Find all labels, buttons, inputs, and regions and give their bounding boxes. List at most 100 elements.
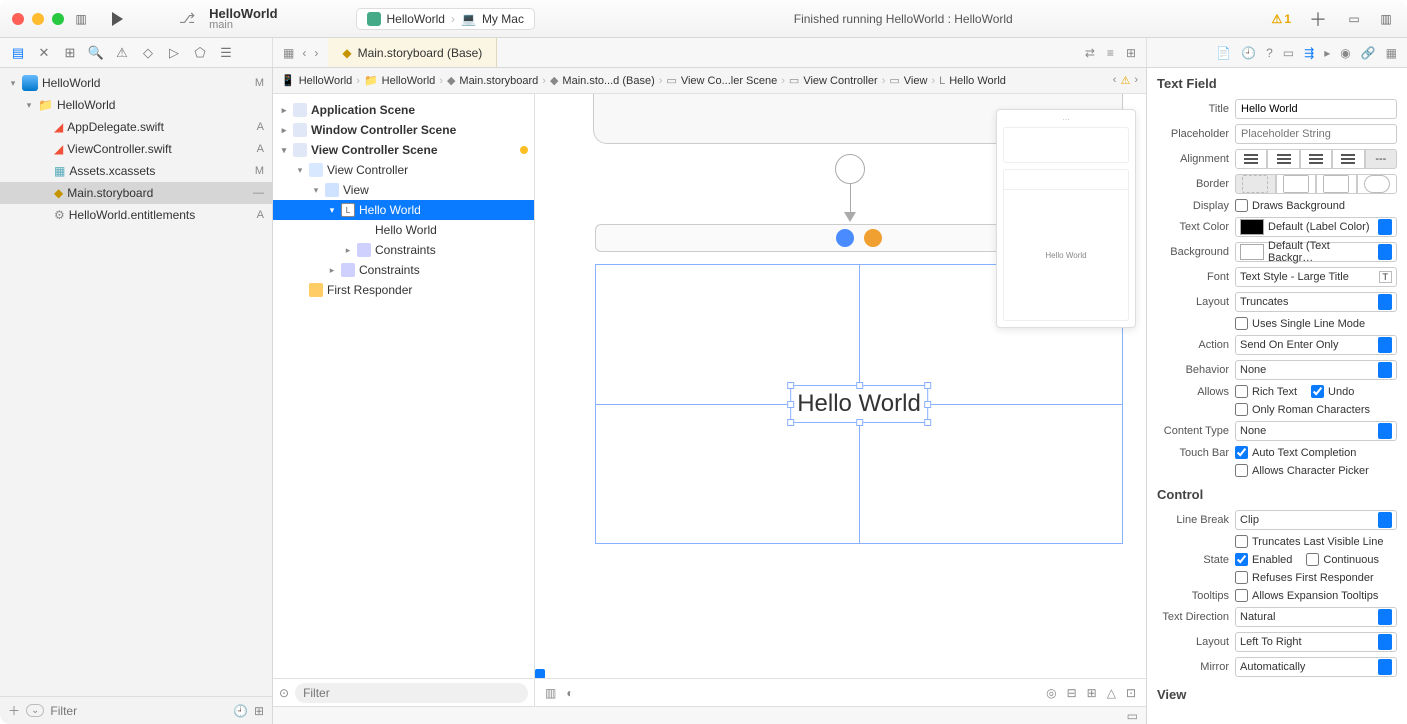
project-title[interactable]: HelloWorld main	[209, 7, 277, 31]
text-color-select[interactable]: Default (Label Color)	[1235, 217, 1397, 237]
layout-select[interactable]: Truncates	[1235, 292, 1397, 312]
navigator-filter-input[interactable]	[50, 704, 227, 718]
zoom-fit-icon[interactable]: ◎	[1046, 686, 1056, 700]
add-editor-icon[interactable]: ⊞	[1126, 46, 1136, 60]
add-file-icon[interactable]: ＋	[8, 702, 20, 719]
breadcrumb-item[interactable]: View	[904, 75, 928, 87]
breadcrumb-item[interactable]: Main.sto...d (Base)	[562, 75, 654, 87]
toggle-outline-icon[interactable]: ▥	[545, 686, 556, 700]
go-back-icon[interactable]: ‹	[302, 46, 306, 60]
toggle-navigator-icon[interactable]: ▥	[72, 10, 90, 28]
source-control-navigator-icon[interactable]: ✕	[36, 45, 52, 61]
alignment-segmented[interactable]: ---	[1235, 149, 1397, 169]
identity-inspector-icon[interactable]: ▭	[1283, 46, 1294, 60]
editor-options-icon[interactable]: ≡	[1107, 46, 1114, 60]
recent-filter-icon[interactable]: 🕘	[233, 704, 248, 718]
interface-builder-canvas[interactable]: Hello World ⋯	[535, 94, 1146, 706]
size-inspector-icon[interactable]: ▸	[1324, 46, 1330, 60]
pin-icon[interactable]: ⊞	[1087, 686, 1097, 700]
continuous-check[interactable]	[1306, 553, 1319, 566]
outline-item-view[interactable]: ▾View	[273, 180, 534, 200]
zoom-window[interactable]	[52, 13, 64, 25]
breadcrumb-item[interactable]: Main.storyboard	[459, 75, 538, 87]
connections-inspector-icon[interactable]: ◉	[1340, 46, 1350, 60]
editor-tab[interactable]: ◆ Main.storyboard (Base)	[328, 38, 497, 67]
background-color-select[interactable]: Default (Text Backgr…	[1235, 242, 1397, 262]
go-forward-icon[interactable]: ›	[314, 46, 318, 60]
nav-item-helloworld[interactable]: ▾HelloWorldM	[0, 72, 272, 94]
breadcrumb-item[interactable]: HelloWorld	[299, 75, 353, 87]
roman-only-check[interactable]	[1235, 403, 1248, 416]
outline-item-constraints[interactable]: ▸Constraints	[273, 240, 534, 260]
library-icon[interactable]: ▭	[1345, 10, 1363, 28]
nav-item-helloworld[interactable]: ▾📁HelloWorld	[0, 94, 272, 116]
appearance-icon[interactable]: ◐	[566, 686, 573, 700]
find-navigator-icon[interactable]: 🔍	[88, 45, 104, 61]
line-break-select[interactable]: Clip	[1235, 510, 1397, 530]
bc-fwd-icon[interactable]: ›	[1134, 74, 1138, 87]
outline-item-view-controller[interactable]: ▾View Controller	[273, 160, 534, 180]
content-type-select[interactable]: None	[1235, 421, 1397, 441]
border-segmented[interactable]	[1235, 174, 1397, 194]
outline-item-view-controller-scene[interactable]: ▾View Controller Scene	[273, 140, 534, 160]
refuses-fr-check[interactable]	[1235, 571, 1248, 584]
nav-item-viewcontroller-swift[interactable]: ◢ViewController.swiftA	[0, 138, 272, 160]
view-controller-icon[interactable]	[836, 229, 854, 247]
outline-filter-input[interactable]	[295, 683, 528, 703]
adjust-editor-icon[interactable]: ⇄	[1085, 46, 1095, 60]
nav-item-main-storyboard[interactable]: ◆Main.storyboard—	[0, 182, 272, 204]
report-navigator-icon[interactable]: ☰	[218, 45, 234, 61]
placeholder-input[interactable]	[1235, 124, 1397, 144]
rich-text-check[interactable]	[1235, 385, 1248, 398]
bc-back-icon[interactable]: ‹	[1113, 74, 1117, 87]
minimize-window[interactable]	[32, 13, 44, 25]
outline-item-constraints[interactable]: ▸Constraints	[273, 260, 534, 280]
project-navigator-icon[interactable]: ▤	[10, 45, 26, 61]
title-input[interactable]	[1235, 99, 1397, 119]
bindings-inspector-icon[interactable]: 🔗	[1361, 46, 1376, 60]
auto-completion-check[interactable]	[1235, 446, 1248, 459]
outline-item-hello-world[interactable]: ▾LHello World	[273, 200, 534, 220]
toggle-inspector-icon[interactable]: ▥	[1377, 10, 1395, 28]
expansion-tooltip-check[interactable]	[1235, 589, 1248, 602]
scm-filter-icon[interactable]: ⊞	[254, 704, 264, 718]
bc-warn-icon[interactable]: ⚠	[1120, 74, 1130, 87]
history-inspector-icon[interactable]: 🕘	[1241, 46, 1256, 60]
outline-item-application-scene[interactable]: ▸Application Scene	[273, 100, 534, 120]
breadcrumb-item[interactable]: Hello World	[949, 75, 1006, 87]
text-dir-select[interactable]: Natural	[1235, 607, 1397, 627]
warnings-badge[interactable]: ⚠ 1	[1272, 12, 1291, 26]
enabled-check[interactable]	[1235, 553, 1248, 566]
scheme-selector[interactable]: HelloWorld › 💻 My Mac	[356, 8, 535, 30]
font-select[interactable]: Text Style - Large TitleT	[1235, 267, 1397, 287]
attributes-inspector-icon[interactable]: ⇶	[1304, 46, 1314, 60]
trunc-last-check[interactable]	[1235, 535, 1248, 548]
draws-background-check[interactable]	[1235, 199, 1248, 212]
outline-item-window-controller-scene[interactable]: ▸Window Controller Scene	[273, 120, 534, 140]
layout2-select[interactable]: Left To Right	[1235, 632, 1397, 652]
close-window[interactable]	[12, 13, 24, 25]
run-button[interactable]	[112, 12, 123, 26]
issue-navigator-icon[interactable]: ⚠	[114, 45, 130, 61]
debug-area-toggle-icon[interactable]: ▭	[1127, 709, 1138, 723]
undo-check[interactable]	[1311, 385, 1324, 398]
related-items-icon[interactable]: ▦	[283, 46, 294, 60]
breakpoint-navigator-icon[interactable]: ⬠	[192, 45, 208, 61]
breadcrumb-item[interactable]: HelloWorld	[382, 75, 436, 87]
breadcrumb-item[interactable]: View Controller	[803, 75, 877, 87]
nav-item-appdelegate-swift[interactable]: ◢AppDelegate.swiftA	[0, 116, 272, 138]
resolve-issues-icon[interactable]: △	[1107, 686, 1116, 700]
nav-item-helloworld-entitlements[interactable]: ⚙HelloWorld.entitlementsA	[0, 204, 272, 226]
effects-inspector-icon[interactable]: ▦	[1386, 46, 1397, 60]
embed-icon[interactable]: ⊡	[1126, 686, 1136, 700]
single-line-check[interactable]	[1235, 317, 1248, 330]
nav-item-assets-xcassets[interactable]: ▦Assets.xcassetsM	[0, 160, 272, 182]
symbol-navigator-icon[interactable]: ⊞	[62, 45, 78, 61]
outline-item-hello-world[interactable]: Hello World	[273, 220, 534, 240]
file-inspector-icon[interactable]: 📄	[1216, 46, 1231, 60]
canvas-minimap[interactable]: ⋯ Hello World	[996, 109, 1136, 328]
add-button[interactable]: ＋	[1309, 6, 1327, 32]
action-select[interactable]: Send On Enter Only	[1235, 335, 1397, 355]
filter-scope-icon[interactable]: ⌄	[26, 704, 44, 717]
outline-item-first-responder[interactable]: First Responder	[273, 280, 534, 300]
